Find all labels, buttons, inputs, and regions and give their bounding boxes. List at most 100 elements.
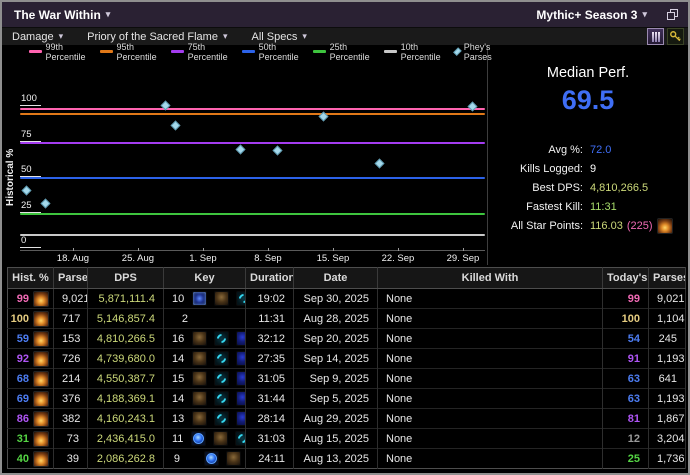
key-cell: 10 (163, 288, 246, 309)
affix-devour-icon (192, 331, 208, 346)
table-body: 99 9,021 5,871,111.4 10 19:02 Sep 30, 2025 Non… (7, 288, 686, 469)
app-window: The War Within ▾ Mythic+ Season 3 ▾ Damage… (0, 0, 690, 475)
stat-row: Kills Logged: 9 (488, 159, 688, 178)
affix-devour-icon (214, 291, 230, 306)
x-tick-mark (202, 248, 204, 251)
key-cell: 2 (163, 308, 246, 329)
hist-percent-value: 92 (16, 352, 29, 365)
affix-swirl-icon (236, 291, 245, 306)
spec-icon (33, 410, 49, 427)
x-tick-mark (137, 248, 139, 251)
affix-swirl-icon (214, 371, 230, 386)
affix-swirl-icon (214, 351, 230, 366)
boss-icon[interactable] (647, 28, 664, 45)
stat-row: All Star Points: 116.03 (225) (488, 216, 688, 235)
stat-row: Best DPS: 4,810,266.5 (488, 178, 688, 197)
table-row[interactable]: 69 376 4,188,369.1 14 31:44 Sep 5, 2025 None 63… (7, 388, 686, 409)
x-axis-line (20, 250, 485, 251)
parse-data-point[interactable] (21, 185, 32, 196)
legend-line-swatch (242, 50, 255, 53)
expansion-label: The War Within (14, 7, 101, 22)
affix-devour-icon (192, 411, 208, 426)
y-tick-mark (20, 105, 41, 107)
legend-line-swatch (170, 50, 184, 53)
hist-percent-cell: 99 (7, 288, 54, 309)
affix-devour-icon (213, 431, 229, 446)
date-cell: Aug 13, 2025 (293, 448, 378, 469)
stat-value: 4,810,266.5 (590, 182, 648, 194)
x-tick-label: 22. Sep (381, 253, 415, 264)
killed-with-cell: None (377, 388, 603, 409)
main-area: 99th Percentile 95th Percentile 75th Perce… (2, 42, 688, 265)
column-header: Hist. % (7, 267, 54, 289)
table-row[interactable]: 86 382 4,160,243.1 13 28:14 Aug 29, 2025 None 8… (7, 408, 686, 429)
key-glyph (670, 31, 681, 42)
parse-data-point[interactable] (235, 144, 246, 155)
table-row[interactable]: 68 214 4,550,387.7 15 31:05 Sep 9, 2025 None 63… (7, 368, 686, 389)
today-parses-cell: 1,193 (648, 388, 686, 409)
table-row[interactable]: 40 39 2,086,262.8 9 24:11 Aug 13, 2025 None 25 1… (7, 448, 686, 469)
hist-percent-cell: 86 (7, 408, 54, 429)
table-row[interactable]: 31 73 2,436,415.0 11 31:03 Aug 15, 2025 None 12… (7, 428, 686, 449)
duration-cell: 32:12 (245, 328, 294, 349)
dps-cell: 4,550,387.7 (87, 368, 164, 389)
parse-data-point[interactable] (467, 101, 478, 112)
parse-data-point[interactable] (40, 198, 51, 209)
spec-icon (33, 310, 49, 327)
column-header: Parses (648, 267, 686, 289)
expansion-dropdown[interactable]: The War Within ▾ (14, 8, 110, 22)
spec-icon (33, 430, 49, 447)
dps-cell: 4,160,243.1 (87, 408, 164, 429)
hist-percent-cell: 31 (7, 428, 54, 449)
killed-with-cell: None (377, 308, 603, 329)
chevron-down-icon: ▾ (58, 31, 64, 41)
stat-value-text: 116.03 (590, 219, 623, 232)
hist-percent-value: 59 (16, 332, 29, 345)
percentile-chart: Historical % 100 75 50 25 0 18. Aug 25. Aug 1. … (2, 58, 487, 265)
parse-data-point[interactable] (272, 145, 283, 156)
table-row[interactable]: 59 153 4,810,266.5 16 32:12 Sep 20, 2025 None 5… (7, 328, 686, 349)
key-level: 9 (173, 452, 180, 465)
percentile-line-25 (20, 212, 485, 215)
table-row[interactable]: 99 9,021 5,871,111.4 10 19:02 Sep 30, 2025 Non… (7, 288, 686, 309)
key-cell: 15 (163, 368, 246, 389)
affix-voidbound-icon (236, 411, 245, 426)
stat-label: Kills Logged: (520, 162, 583, 175)
legend-line-swatch (28, 50, 42, 53)
stat-value: 72.0 (590, 144, 611, 156)
affix-swirl-icon (235, 431, 245, 446)
hist-percent-cell: 40 (7, 448, 54, 469)
y-tick-label: 0 (21, 235, 27, 246)
stat-label: Best DPS: (532, 181, 583, 194)
table-row[interactable]: 100 717 5,146,857.4 2 11:31 Aug 28, 2025 None 1… (7, 308, 686, 329)
stat-value: 11:31 (590, 201, 617, 213)
key-level: 15 (172, 372, 185, 385)
duration-cell: 31:05 (245, 368, 294, 389)
season-dropdown[interactable]: Mythic+ Season 3 ▾ (536, 8, 647, 22)
stat-label: Fastest Kill: (526, 200, 583, 213)
stat-value-text: 4,810,266.5 (590, 181, 649, 194)
column-header: Today's % (602, 267, 649, 289)
parses-table: Hist. %ParsesDPSKeyDurationDateKilled Wi… (7, 267, 686, 469)
hist-percent-cell: 59 (7, 328, 54, 349)
parses-cell: 153 (53, 328, 88, 349)
today-parses-cell: 1,867 (648, 408, 686, 429)
today-percent-cell: 54 (602, 328, 649, 349)
hist-percent-value: 68 (16, 372, 29, 385)
key-cell: 14 (163, 348, 246, 369)
parses-cell: 214 (53, 368, 88, 389)
duration-cell: 19:02 (245, 288, 294, 309)
affix-swirl-icon (214, 411, 230, 426)
hist-percent-cell: 100 (7, 308, 54, 329)
key-level: 16 (172, 332, 185, 345)
table-row[interactable]: 92 726 4,739,680.0 14 27:35 Sep 14, 2025 None 9… (7, 348, 686, 369)
stat-value: 9 (590, 163, 596, 175)
copy-window-icon[interactable] (667, 8, 680, 21)
affix-orb-icon (191, 431, 207, 446)
parses-cell: 376 (53, 388, 88, 409)
hist-percent-value: 100 (10, 312, 29, 325)
y-tick-label: 25 (21, 199, 32, 211)
key-icon[interactable] (667, 28, 684, 45)
parse-data-point[interactable] (170, 120, 181, 131)
parse-data-point[interactable] (374, 158, 385, 169)
